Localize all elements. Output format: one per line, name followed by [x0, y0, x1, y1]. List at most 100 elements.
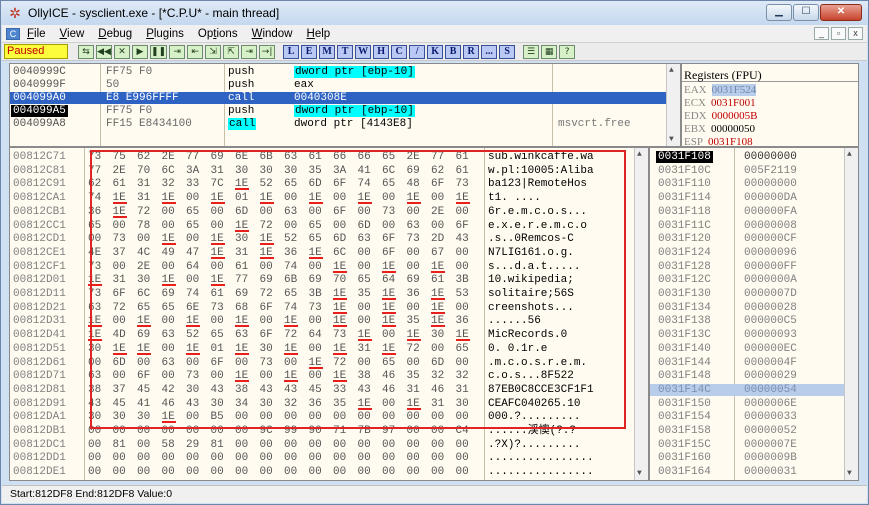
title-bar[interactable]: ✲ OllyICE - sysclient.exe - [*C.P.U* - m…	[1, 1, 868, 25]
stack-pane[interactable]: 0031F108 00000000 0031F10C 005F2119 0031F110…	[649, 147, 859, 481]
mdi-restore-button[interactable]: ▫	[831, 27, 846, 40]
stack-scrollbar[interactable]: ▲ ▼	[844, 148, 858, 480]
window-e-button[interactable]: E	[301, 44, 318, 59]
register-edx[interactable]: EDX 0000005B	[684, 110, 757, 123]
stack-row[interactable]: 0031F10C 005F2119	[650, 165, 846, 177]
dump-row[interactable]: 00812CB1 36 1E 72 00 65 00 6D 00 63 00 6F 00 73 00 2E 00…	[10, 206, 638, 218]
disasm-row[interactable]: 0040999C FF75 F0 push dword ptr [ebp-10]	[10, 66, 670, 78]
window-dots-button[interactable]: ...	[481, 44, 498, 59]
disasm-row[interactable]: 004099A8 FF15 E8434100 call dword ptr [4143…	[10, 118, 670, 130]
dump-row[interactable]: 00812D71 63 00 6F 00 73 00 1E 00 1E 00 1E 38 46 35 32 32…	[10, 370, 638, 383]
dump-row[interactable]: 00812DA1 30 30 30 1E 00 B5 00 00 00 00 00 00 00 00 00 00…	[10, 411, 638, 424]
minimize-button[interactable]: ▁	[766, 4, 792, 21]
disasm-row[interactable]: 004099A5 FF75 F0 push dword ptr [ebp-10]	[10, 105, 670, 117]
toolbar-button-3[interactable]: ▶	[132, 44, 148, 59]
dump-row[interactable]: 00812CC1 65 00 78 00 65 00 1E 72 00 65 00 6D 00 63 00 6F…	[10, 220, 638, 232]
dump-row[interactable]: 00812D51 30 1E 1E 00 1E 01 1E 30 1E 00 1E 31 1E 72 00 65…	[10, 343, 638, 355]
stack-row[interactable]: 0031F114 000000DA	[650, 192, 846, 204]
dump-row[interactable]: 00812C81 77 2E 70 6C 3A 31 30 30 30 35 3A 41 6C 69 62 61…	[10, 165, 638, 177]
menu-window[interactable]: Window	[245, 28, 300, 40]
stack-row[interactable]: 0031F154 00000033	[650, 411, 846, 423]
dump-row[interactable]: 00812D81 38 37 45 42 30 43 38 43 43 45 33 43 46 31 46 31…	[10, 384, 638, 396]
dump-row[interactable]: 00812DC1 00 81 00 58 29 81 00 00 00 00 00 00 00 00 00 00…	[10, 439, 638, 451]
dump-row[interactable]: 00812DD1 00 00 00 00 00 00 00 00 00 00 00 00 00 00 00 00…	[10, 452, 638, 464]
scroll-down-arrow-icon[interactable]: ▼	[847, 469, 852, 478]
stack-row[interactable]: 0031F12C 0000000A	[650, 274, 846, 286]
stack-row[interactable]: 0031F13C 00000093	[650, 329, 846, 341]
registers-pane[interactable]: Registers (FPU) EAX 0031F524 ECX 0031F001 ED…	[681, 63, 859, 147]
toolbar-button-5[interactable]: ⇥	[169, 44, 186, 59]
close-button[interactable]: ✕	[820, 4, 862, 21]
dump-scrollbar[interactable]: ▲ ▼	[634, 148, 648, 480]
window-b-button[interactable]: B	[445, 44, 462, 59]
stack-row[interactable]: 0031F138 000000C5	[650, 315, 846, 327]
stack-row[interactable]: 0031F158 00000052	[650, 425, 846, 437]
disasm-row[interactable]: 004099A0 E8 E996FFFF call 0040308E	[10, 92, 670, 104]
toolbar-button-0[interactable]: ⇆	[78, 44, 94, 59]
dump-row[interactable]: 00812D31 1E 00 1E 00 1E 00 1E 00 1E 00 1E 00 1E 35 1E 36…	[10, 315, 638, 328]
dump-row[interactable]: 00812D41 1E 4D 69 63 52 65 63 6F 72 64 73 1E 00 1E 30 1E…	[10, 329, 638, 342]
stack-row[interactable]: 0031F15C 0000007E	[650, 439, 846, 451]
disassembly-pane[interactable]: 0040999C FF75 F0 push dword ptr [ebp-10] 004…	[9, 63, 681, 147]
stack-row[interactable]: 0031F148 00000029	[650, 370, 846, 382]
scroll-up-arrow-icon[interactable]: ▲	[847, 150, 852, 159]
dump-row[interactable]: 00812D91 43 45 41 46 43 30 34 30 32 36 35 1E 00 1E 31 30…	[10, 398, 638, 410]
toolbar-extra-button-1[interactable]: ▦	[541, 44, 558, 59]
menu-plugins[interactable]: Plugins	[139, 28, 191, 40]
mdi-minimize-button[interactable]: _	[814, 27, 829, 40]
stack-row[interactable]: 0031F110 00000000	[650, 178, 846, 190]
window-m-button[interactable]: M	[319, 44, 336, 59]
scroll-up-arrow-icon[interactable]: ▲	[669, 66, 674, 75]
cpu-window-icon[interactable]: C	[6, 27, 20, 40]
menu-file[interactable]: File	[20, 28, 53, 40]
window-t-button[interactable]: T	[337, 44, 354, 59]
menu-options[interactable]: Options	[191, 28, 245, 40]
dump-row[interactable]: 00812CF1 73 00 2E 00 64 00 61 00 74 00 1E 00 1E 00 1E 00…	[10, 261, 638, 273]
scroll-down-arrow-icon[interactable]: ▼	[637, 469, 642, 478]
scroll-down-arrow-icon[interactable]: ▼	[669, 135, 674, 144]
dump-row[interactable]: 00812CE1 4E 37 4C 49 47 1E 31 1E 36 1E 6C 00 6F 00 67 00…	[10, 247, 638, 259]
dump-row[interactable]: 00812C71 73 75 62 2E 77 69 6E 6B 63 61 66 66 65 2E 77 61…	[10, 151, 638, 163]
window-k-button[interactable]: K	[427, 44, 444, 59]
stack-row[interactable]: 0031F14C 00000054	[650, 383, 846, 396]
window-slash-button[interactable]: /	[409, 44, 426, 59]
toolbar-button-8[interactable]: ⇱	[223, 44, 240, 59]
toolbar-button-6[interactable]: ⇤	[187, 44, 204, 59]
dump-row[interactable]: 00812D21 63 72 65 65 6E 73 68 6F 74 73 1E 00 1E 00 1E 00…	[10, 302, 638, 314]
toolbar-button-10[interactable]: →|	[259, 44, 276, 59]
stack-row[interactable]: 0031F130 0000007D	[650, 288, 846, 300]
maximize-button[interactable]: ☐	[793, 4, 819, 21]
dump-row[interactable]: 00812CD1 00 73 00 1E 00 1E 30 1E 52 65 6D 63 6F 73 2D 43…	[10, 233, 638, 246]
register-eax[interactable]: EAX 0031F524	[684, 84, 757, 97]
stack-row[interactable]: 0031F164 00000031	[650, 466, 846, 478]
dump-row[interactable]: 00812D01 1E 31 30 1E 00 1E 77 69 6B 69 70 65 64 69 61 3B…	[10, 274, 638, 287]
window-l-button[interactable]: L	[283, 44, 300, 59]
dump-row[interactable]: 00812CA1 74 1E 31 1E 00 1E 01 1E 00 1E 00 1E 00 1E 00 1E…	[10, 192, 638, 205]
window-c-button[interactable]: C	[391, 44, 408, 59]
dump-row[interactable]: 00812D11 73 6F 6C 69 74 61 69 72 65 3B 1E 35 1E 36 1E 53…	[10, 288, 638, 300]
window-w-button[interactable]: W	[355, 44, 372, 59]
toolbar-extra-button-2[interactable]: ?	[559, 44, 576, 59]
stack-row[interactable]: 0031F140 000000EC	[650, 343, 846, 355]
menu-view[interactable]: View	[53, 28, 92, 40]
disassembly-scrollbar[interactable]: ▲ ▼	[666, 64, 680, 146]
register-ebx[interactable]: EBX 00000050	[684, 123, 755, 136]
stack-row[interactable]: 0031F134 00000028	[650, 302, 846, 314]
register-ecx[interactable]: ECX 0031F001	[684, 97, 756, 110]
toolbar-button-2[interactable]: ✕	[114, 44, 130, 59]
stack-row[interactable]: 0031F124 00000096	[650, 247, 846, 259]
menu-debug[interactable]: Debug	[91, 28, 139, 40]
dump-row[interactable]: 00812DE1 00 00 00 00 00 00 00 00 00 00 00 00 00 00 00 00…	[10, 466, 638, 478]
register-esp[interactable]: ESP 0031F108	[684, 136, 753, 146]
window-s-button[interactable]: S	[499, 44, 516, 59]
menu-help[interactable]: Help	[300, 28, 338, 40]
stack-row[interactable]: 0031F144 0000004F	[650, 357, 846, 369]
mdi-close-button[interactable]: x	[848, 27, 863, 40]
stack-row[interactable]: 0031F118 000000FA	[650, 206, 846, 218]
toolbar-button-4[interactable]: ❚❚	[150, 44, 168, 59]
registers-title[interactable]: Registers (FPU)	[682, 68, 858, 82]
scroll-up-arrow-icon[interactable]: ▲	[637, 150, 642, 159]
disasm-row[interactable]: 0040999F 50 push eax	[10, 79, 670, 91]
dump-row[interactable]: 00812DB1 00 00 00 00 00 00 00 9C 99 90 71 7B 97 00 00 C4…	[10, 425, 638, 437]
toolbar-button-9[interactable]: ⇥	[241, 44, 258, 59]
